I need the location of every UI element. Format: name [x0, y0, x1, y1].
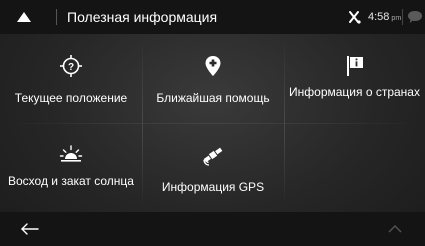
- location-question-icon: ?: [59, 54, 83, 78]
- flag-info-icon: [343, 54, 367, 78]
- chevron-up-icon: [388, 225, 402, 233]
- clock-suffix: pm: [391, 15, 402, 22]
- header-separator-right: [402, 9, 403, 25]
- map-pin-medical-icon: [201, 54, 225, 78]
- satellite-icon: [201, 143, 225, 167]
- app-window: Полезная информация 4:58 pm ? Текущее по…: [0, 0, 425, 246]
- footer-bar: [0, 212, 425, 246]
- scroll-up-button[interactable]: [365, 212, 425, 246]
- back-arrow-icon: [21, 223, 39, 235]
- svg-text:?: ?: [68, 62, 74, 73]
- page-title: Полезная информация: [67, 9, 218, 25]
- tile-current-location[interactable]: ? Текущее положение: [0, 34, 142, 123]
- tile-sunrise-sunset[interactable]: Восход и закат солнца: [0, 123, 142, 212]
- tile-label: Ближайшая помощь: [156, 91, 270, 105]
- up-button[interactable]: [0, 0, 48, 34]
- tile-label: Восход и закат солнца: [8, 174, 134, 188]
- tile-label: Информация о странах: [289, 85, 420, 99]
- menu-grid: ? Текущее положение Ближайшая помощь Инф…: [0, 34, 425, 212]
- sunrise-icon: [59, 143, 83, 167]
- tile-label: Информация GPS: [161, 180, 265, 194]
- header-separator: [56, 9, 57, 25]
- tile-country-info[interactable]: Информация о странах: [284, 34, 425, 123]
- clock: 4:58 pm: [368, 0, 401, 36]
- tile-label: Текущее положение: [14, 91, 128, 105]
- tile-gps-info[interactable]: Информация GPS: [142, 123, 284, 212]
- back-button[interactable]: [0, 212, 60, 246]
- tile-nearest-help[interactable]: Ближайшая помощь: [142, 34, 284, 123]
- triangle-up-icon: [17, 12, 31, 22]
- speech-bubble-icon[interactable]: [407, 10, 423, 24]
- clock-time: 4:58: [368, 11, 390, 23]
- header-bar: Полезная информация 4:58 pm: [0, 0, 425, 34]
- gps-no-signal-icon[interactable]: [347, 10, 361, 24]
